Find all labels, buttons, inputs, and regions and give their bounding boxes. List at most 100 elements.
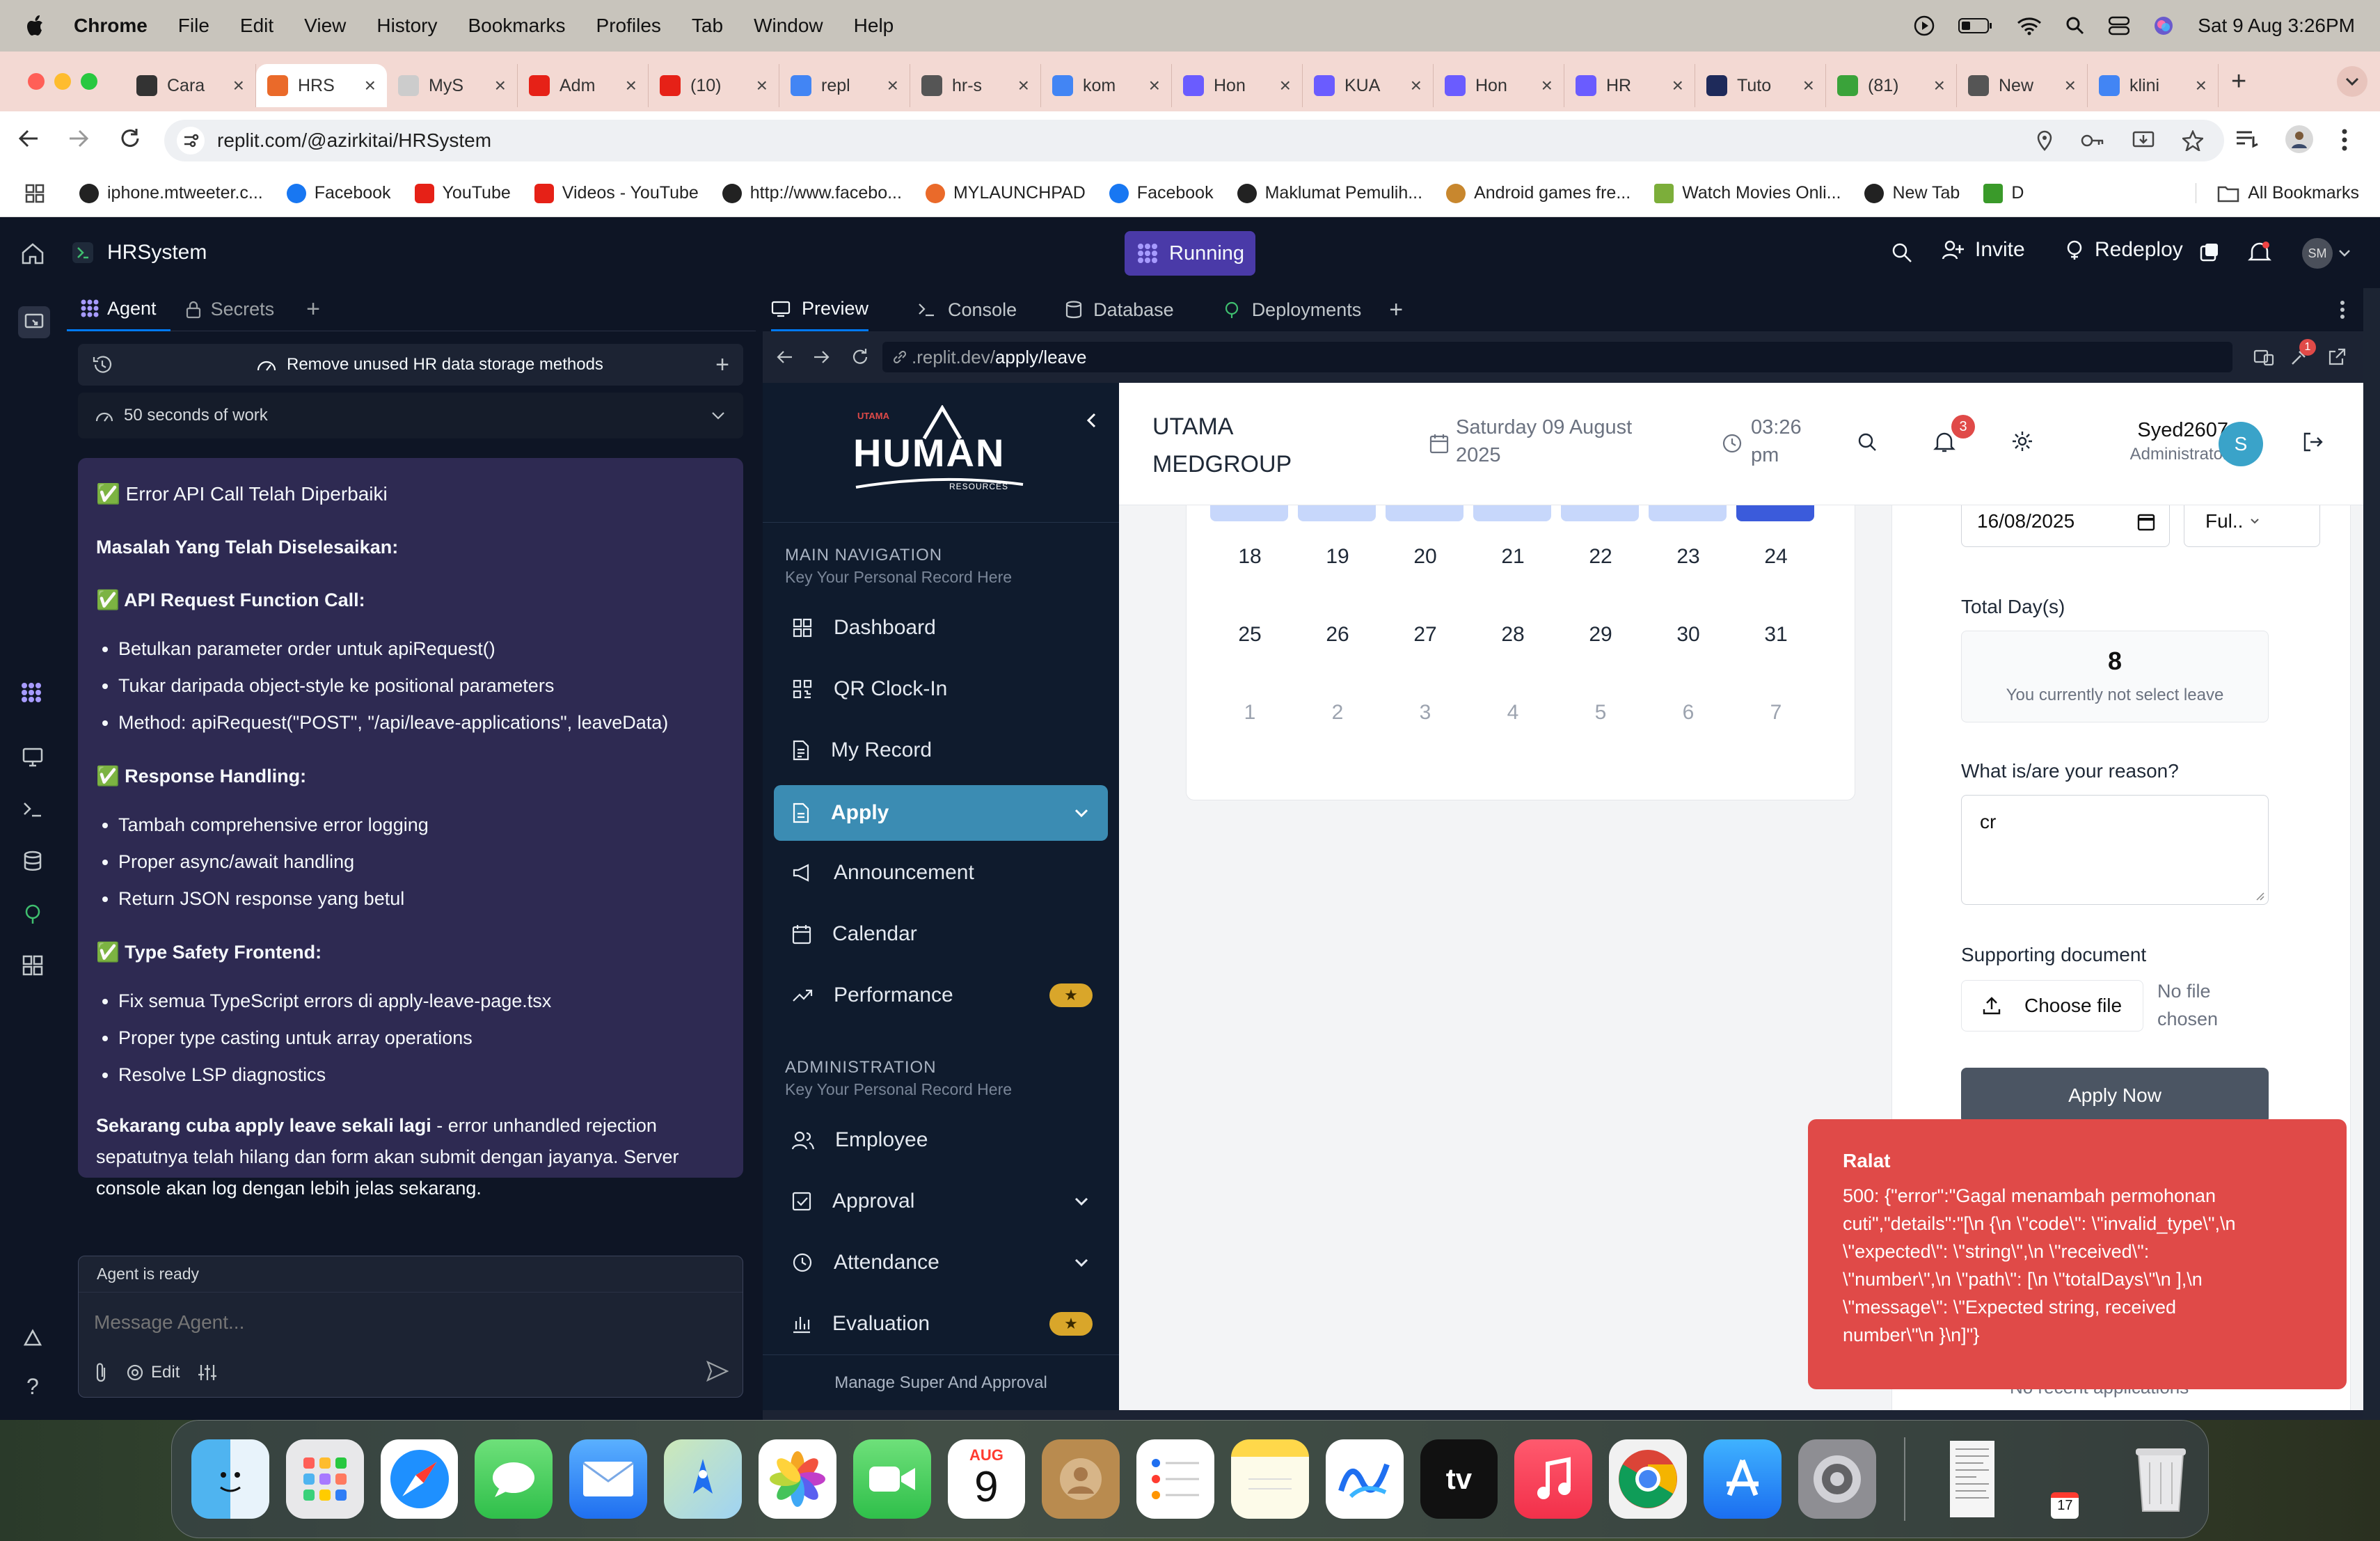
more-options-icon[interactable] [2340,300,2345,319]
tab-search-chevron-icon[interactable] [2337,66,2367,97]
contacts-icon[interactable] [1042,1439,1120,1519]
system-settings-icon[interactable] [1798,1439,1876,1519]
chrome-menu-icon[interactable] [2341,128,2348,152]
add-tab-icon[interactable]: + [306,296,320,323]
close-tab-icon[interactable]: × [2065,74,2076,97]
close-tab-icon[interactable]: × [495,74,506,97]
menu-window[interactable]: Window [754,15,823,37]
calendar-day[interactable]: 20 [1387,545,1463,569]
bookmark-item[interactable]: MYLAUNCHPAD [925,183,1086,203]
nav-performance[interactable]: Performance ★ [774,967,1108,1023]
nav-apply[interactable]: Apply [774,785,1108,841]
tab-console[interactable]: Console [917,299,1017,321]
calendar-app-icon[interactable]: AUG 9 [947,1439,1026,1519]
nav-dashboard[interactable]: Dashboard [774,600,1108,656]
forward-icon[interactable] [813,349,831,365]
run-status-button[interactable]: Running [1125,231,1255,276]
maps-icon[interactable] [664,1439,742,1519]
close-window-icon[interactable] [28,73,45,90]
calendar-day-next-month[interactable]: 5 [1562,701,1639,725]
calendar-day[interactable]: 24 [1738,545,1814,569]
attach-icon[interactable] [94,1362,108,1383]
calendar-day-next-month[interactable]: 1 [1212,701,1288,725]
chevron-down-icon[interactable] [711,411,725,420]
close-tab-icon[interactable]: × [756,74,768,97]
browser-tab[interactable]: Hon × [1172,64,1303,107]
account-menu[interactable]: SM [2302,238,2351,269]
siri-icon[interactable] [2153,15,2174,36]
close-tab-icon[interactable]: × [233,74,244,97]
agent-tool-icon[interactable] [21,682,42,703]
password-key-icon[interactable] [2081,132,2104,149]
close-tab-icon[interactable]: × [1280,74,1291,97]
browser-tab[interactable]: (10) × [649,64,779,107]
calendar-day[interactable]: 25 [1212,623,1288,647]
calendar-day[interactable]: 22 [1562,545,1639,569]
address-bar[interactable]: replit.com/@azirkitai/HRSystem [164,120,2224,161]
browser-tab[interactable]: hr-s × [910,64,1041,107]
work-summary[interactable]: 50 seconds of work [78,393,743,438]
calendar-day-next-month[interactable]: 3 [1387,701,1463,725]
collapse-sidebar-icon[interactable] [1086,412,1097,429]
trash-icon[interactable] [2122,1439,2200,1519]
tab-preview[interactable]: Preview [771,288,869,331]
close-tab-icon[interactable]: × [626,74,637,97]
downloads-stack-icon[interactable]: 17 [2027,1439,2105,1519]
close-tab-icon[interactable]: × [1803,74,1814,97]
browser-tab[interactable]: klini × [2088,64,2219,107]
browser-tab[interactable]: Tuto × [1695,64,1826,107]
app-store-icon[interactable] [1704,1439,1782,1519]
thread-title[interactable]: Remove unused HR data storage methods [287,355,603,374]
bookmark-item[interactable]: D [1983,183,2024,203]
browser-tab[interactable]: New × [1957,64,2088,107]
calendar-day[interactable]: 30 [1650,623,1727,647]
bookmark-item[interactable]: http://www.facebo... [722,183,902,203]
devices-icon[interactable] [2253,348,2274,366]
browser-tab[interactable]: kom × [1041,64,1172,107]
bookmark-star-icon[interactable] [2182,130,2203,151]
error-toast[interactable]: Ralat 500: {"error":"Gagal menambah perm… [1808,1119,2347,1389]
finder-icon[interactable] [191,1439,269,1519]
bookmark-item[interactable]: Android games fre... [1446,183,1631,203]
browser-tab[interactable]: Cara × [125,64,256,107]
menu-profiles[interactable]: Profiles [596,15,661,37]
location-icon[interactable] [2036,130,2053,151]
bookmark-item[interactable]: Facebook [286,183,391,203]
database-tool-icon[interactable] [24,851,42,871]
notes-icon[interactable] [1230,1439,1309,1519]
apple-icon[interactable] [26,15,46,37]
spotlight-search-icon[interactable] [2065,16,2085,35]
document-thumbnail-icon[interactable] [1933,1439,2011,1519]
menu-bookmarks[interactable]: Bookmarks [468,15,565,37]
history-icon[interactable] [92,355,113,374]
menu-tab[interactable]: Tab [692,15,723,37]
deployments-tool-icon[interactable] [22,903,43,924]
shell-tool-icon[interactable] [22,800,43,819]
calendar-day[interactable]: 23 [1650,545,1727,569]
menubar-app-name[interactable]: Chrome [74,15,148,37]
help-icon[interactable]: ? [26,1374,39,1400]
minimize-window-icon[interactable] [54,73,71,90]
menu-history[interactable]: History [376,15,437,37]
reminders-icon[interactable] [1136,1439,1214,1519]
menu-help[interactable]: Help [854,15,894,37]
bookmark-item[interactable]: Maklumat Pemulih... [1237,183,1422,203]
close-tab-icon[interactable]: × [1411,74,1422,97]
reload-icon[interactable] [118,127,142,150]
preview-window-icon[interactable] [2199,242,2220,263]
devtools-icon[interactable]: 1 [2290,339,2316,367]
messages-icon[interactable] [475,1439,553,1519]
nav-evaluation[interactable]: Evaluation ★ [774,1296,1108,1352]
bookmark-item[interactable]: Videos - YouTube [534,183,699,203]
back-icon[interactable] [775,349,793,365]
calendar-picker-icon[interactable] [2137,512,2155,531]
site-info-icon[interactable] [177,127,205,155]
bookmark-item[interactable]: YouTube [414,183,511,203]
user-info[interactable]: Syed2607 Administrator [2096,419,2228,464]
browser-tab[interactable]: Adm × [518,64,649,107]
facetime-icon[interactable] [852,1439,931,1519]
apple-tv-icon[interactable]: tv [1420,1439,1498,1519]
calendar-day[interactable]: 19 [1299,545,1376,569]
browser-tab[interactable]: repl × [779,64,910,107]
alerts-icon[interactable] [22,1328,43,1348]
